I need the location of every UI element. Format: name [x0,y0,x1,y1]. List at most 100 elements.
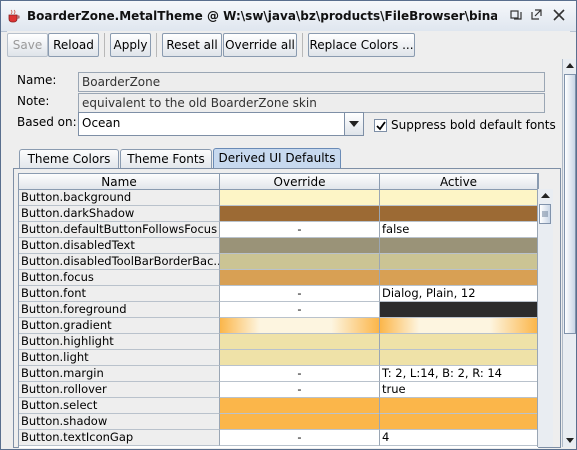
suppress-bold-checkbox[interactable] [374,119,387,132]
table-row[interactable]: Button.shadow [19,414,538,430]
cell-name[interactable]: Button.disabledText [19,238,220,254]
scrollbar-thumb[interactable] [539,204,551,224]
replace-colors-button[interactable]: Replace Colors ... [308,33,415,57]
cell-name[interactable]: Button.darkShadow [19,206,220,222]
table-row[interactable]: Button.rollover - true [19,382,538,398]
chevron-down-icon[interactable] [344,113,363,135]
cell-name[interactable]: Button.foreground [19,302,220,318]
maximize-icon[interactable] [529,8,543,22]
outer-vertical-scrollbar[interactable] [562,59,577,447]
cell-name[interactable]: Button.light [19,350,220,366]
cell-override[interactable] [220,206,380,222]
based-on-value: Ocean [82,116,121,130]
scroll-up-icon[interactable] [563,59,577,73]
tab-theme-fonts[interactable]: Theme Fonts [120,149,212,168]
scroll-up-icon[interactable] [538,189,553,203]
window-title: BoarderZone.MetalTheme @ W:\sw\java\bz\p… [27,9,497,23]
table-row[interactable]: Button.darkShadow [19,206,538,222]
cell-override[interactable] [220,414,380,430]
cell-active[interactable] [380,398,538,414]
table-row[interactable]: Button.textIconGap -4 [19,430,538,446]
toolbar-separator [156,33,157,57]
cell-active[interactable]: true [380,382,538,398]
cell-active[interactable] [380,270,538,286]
cell-override[interactable] [220,254,380,270]
cell-override[interactable] [220,350,380,366]
name-field[interactable]: BoarderZone [78,72,545,92]
toolbar-separator [302,33,303,57]
cell-active[interactable] [380,238,538,254]
cell-name[interactable]: Button.rollover [19,382,220,398]
table-row[interactable]: Button.focus [19,270,538,286]
cell-active[interactable] [380,302,538,318]
cell-active[interactable] [380,254,538,270]
table-row[interactable]: Button.select [19,398,538,414]
cell-override[interactable]: - [220,430,380,446]
cell-override[interactable]: - [220,302,380,318]
cell-override[interactable] [220,334,380,350]
apply-button[interactable]: Apply [110,33,151,57]
cell-active[interactable] [380,334,538,350]
table-row[interactable]: Button.highlight [19,334,538,350]
column-header-active[interactable]: Active [380,174,538,190]
cell-override[interactable] [220,318,380,334]
table-row[interactable]: Button.font - Dialog, Plain, 12 [19,286,538,302]
cell-name[interactable]: Button.background [19,190,220,206]
table-row[interactable]: Button.defaultButtonFollowsFocus - false [19,222,538,238]
save-button[interactable]: Save [7,33,48,57]
table-vertical-scrollbar[interactable] [537,189,553,447]
table-row[interactable]: Button.background [19,190,538,206]
close-icon[interactable] [552,8,566,22]
cell-name[interactable]: Button.font [19,286,220,302]
cell-override[interactable] [220,190,380,206]
cell-active[interactable] [380,318,538,334]
cell-name[interactable]: Button.focus [19,270,220,286]
name-label: Name: [17,73,57,87]
based-on-label: Based on: [17,115,77,129]
cell-active[interactable]: T: 2, L:14, B: 2, R: 14 [380,366,538,382]
column-header-override[interactable]: Override [220,174,380,190]
theme-editor-window: BoarderZone.MetalTheme @ W:\sw\java\bz\p… [0,0,577,450]
cell-name[interactable]: Button.disabledToolBarBorderBac... [19,254,220,270]
table-row[interactable]: Button.light [19,350,538,366]
cell-override[interactable] [220,270,380,286]
cell-name[interactable]: Button.select [19,398,220,414]
override-all-button[interactable]: Override all [223,33,297,57]
note-field[interactable]: equivalent to the old BoarderZone skin [78,93,545,113]
cell-active[interactable] [380,190,538,206]
table-row[interactable]: Button.disabledText [19,238,538,254]
table-row[interactable]: Button.foreground - [19,302,538,318]
cell-override[interactable]: - [220,222,380,238]
defaults-table[interactable]: Name Override Active Button.background Bu… [18,173,539,448]
cell-active[interactable] [380,206,538,222]
table-row[interactable]: Button.gradient [19,318,538,334]
cell-name[interactable]: Button.textIconGap [19,430,220,446]
cell-override[interactable]: - [220,286,380,302]
cell-active[interactable]: Dialog, Plain, 12 [380,286,538,302]
table-row[interactable]: Button.disabledToolBarBorderBac... [19,254,538,270]
cell-name[interactable]: Button.margin [19,366,220,382]
cell-name[interactable]: Button.gradient [19,318,220,334]
cell-active[interactable] [380,414,538,430]
cell-override[interactable] [220,398,380,414]
scroll-down-icon[interactable] [563,433,577,447]
cell-name[interactable]: Button.shadow [19,414,220,430]
minimize-icon[interactable] [509,8,523,22]
reset-all-button[interactable]: Reset all [162,33,222,57]
tab-derived-ui-defaults[interactable]: Derived UI Defaults [213,148,341,169]
cell-active[interactable] [380,350,538,366]
column-header-name[interactable]: Name [19,174,220,190]
tab-theme-colors[interactable]: Theme Colors [19,149,119,168]
scrollbar-thumb[interactable] [564,74,576,334]
cell-active[interactable]: 4 [380,430,538,446]
cell-active[interactable]: false [380,222,538,238]
cell-name[interactable]: Button.defaultButtonFollowsFocus [19,222,220,238]
cell-override[interactable]: - [220,382,380,398]
reload-button[interactable]: Reload [48,33,99,57]
cell-name[interactable]: Button.highlight [19,334,220,350]
based-on-dropdown[interactable]: Ocean [78,112,364,136]
cell-override[interactable]: - [220,366,380,382]
title-bar[interactable]: BoarderZone.MetalTheme @ W:\sw\java\bz\p… [1,1,576,32]
cell-override[interactable] [220,238,380,254]
table-row[interactable]: Button.margin - T: 2, L:14, B: 2, R: 14 [19,366,538,382]
